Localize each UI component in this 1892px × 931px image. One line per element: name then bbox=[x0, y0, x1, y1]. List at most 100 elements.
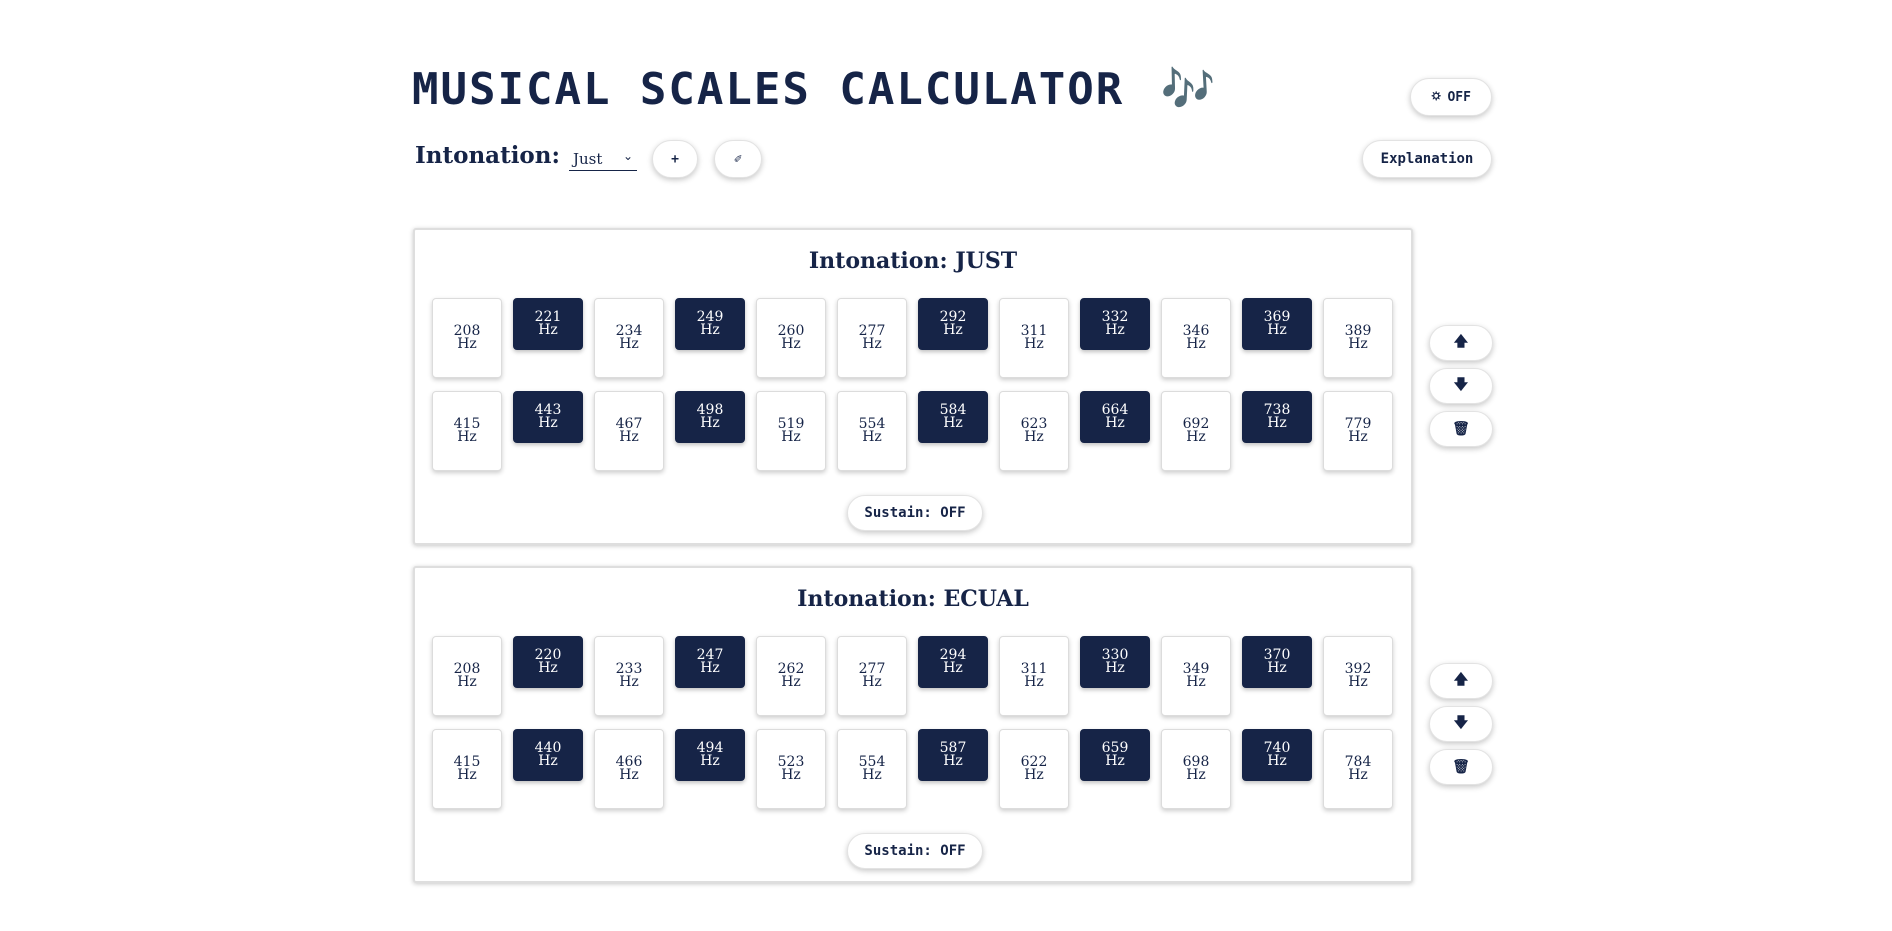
arrow-up-icon: 🡅 bbox=[1453, 672, 1469, 688]
key-black[interactable]: 330 Hz bbox=[1080, 636, 1150, 688]
key-white[interactable]: 523 Hz bbox=[756, 729, 826, 809]
key-white[interactable]: 208 Hz bbox=[432, 636, 502, 716]
key-unit: Hz bbox=[862, 429, 882, 445]
key-white[interactable]: 311 Hz bbox=[999, 636, 1069, 716]
key-white[interactable]: 234 Hz bbox=[594, 298, 664, 378]
key-white[interactable]: 346 Hz bbox=[1161, 298, 1231, 378]
key-unit: Hz bbox=[862, 674, 882, 690]
key-unit: Hz bbox=[862, 767, 882, 783]
broom-icon: ✐ bbox=[734, 151, 742, 167]
key-unit: Hz bbox=[781, 336, 801, 352]
key-black[interactable]: 294 Hz bbox=[918, 636, 988, 688]
key-white[interactable]: 349 Hz bbox=[1161, 636, 1231, 716]
sustain-toggle-button[interactable]: Sustain: OFF bbox=[847, 833, 983, 869]
key-white[interactable]: 623 Hz bbox=[999, 391, 1069, 471]
key-white[interactable]: 392 Hz bbox=[1323, 636, 1393, 716]
delete-button[interactable]: 🗑 bbox=[1429, 411, 1493, 447]
key-white[interactable]: 233 Hz bbox=[594, 636, 664, 716]
add-scale-button[interactable]: + bbox=[652, 140, 698, 178]
key-black[interactable]: 664 Hz bbox=[1080, 391, 1150, 443]
explanation-button[interactable]: Explanation bbox=[1362, 140, 1492, 178]
key-white[interactable]: 389 Hz bbox=[1323, 298, 1393, 378]
key-white[interactable]: 415 Hz bbox=[432, 729, 502, 809]
clear-button[interactable]: ✐ bbox=[714, 140, 762, 178]
key-black[interactable]: 247 Hz bbox=[675, 636, 745, 688]
key-white[interactable]: 622 Hz bbox=[999, 729, 1069, 809]
key-unit: Hz bbox=[700, 753, 720, 769]
key-unit: Hz bbox=[1267, 660, 1287, 676]
move-down-button[interactable]: 🡇 bbox=[1429, 706, 1493, 742]
key-white[interactable]: 466 Hz bbox=[594, 729, 664, 809]
key-white[interactable]: 519 Hz bbox=[756, 391, 826, 471]
key-white[interactable]: 262 Hz bbox=[756, 636, 826, 716]
key-unit: Hz bbox=[781, 429, 801, 445]
move-up-button[interactable]: 🡅 bbox=[1429, 663, 1493, 699]
key-unit: Hz bbox=[538, 322, 558, 338]
move-down-button[interactable]: 🡇 bbox=[1429, 368, 1493, 404]
intonation-label: Intonation: bbox=[415, 142, 560, 169]
key-unit: Hz bbox=[538, 753, 558, 769]
key-black[interactable]: 659 Hz bbox=[1080, 729, 1150, 781]
key-white[interactable]: 277 Hz bbox=[837, 636, 907, 716]
key-black[interactable]: 584 Hz bbox=[918, 391, 988, 443]
key-unit: Hz bbox=[538, 415, 558, 431]
key-unit: Hz bbox=[457, 336, 477, 352]
key-white[interactable]: 698 Hz bbox=[1161, 729, 1231, 809]
key-unit: Hz bbox=[700, 415, 720, 431]
key-unit: Hz bbox=[1105, 415, 1125, 431]
sustain-toggle-button[interactable]: Sustain: OFF bbox=[847, 495, 983, 531]
arrow-down-icon: 🡇 bbox=[1453, 715, 1469, 731]
key-unit: Hz bbox=[781, 767, 801, 783]
key-black[interactable]: 440 Hz bbox=[513, 729, 583, 781]
dark-mode-toggle-button[interactable]: 🌣 OFF bbox=[1410, 78, 1492, 116]
key-unit: Hz bbox=[862, 336, 882, 352]
key-black[interactable]: 494 Hz bbox=[675, 729, 745, 781]
key-unit: Hz bbox=[1267, 415, 1287, 431]
key-black[interactable]: 292 Hz bbox=[918, 298, 988, 350]
key-black[interactable]: 370 Hz bbox=[1242, 636, 1312, 688]
page-title-text: MUSICAL SCALES CALCULATOR bbox=[412, 64, 1125, 115]
chevron-down-icon: ⌄ bbox=[622, 149, 633, 163]
key-unit: Hz bbox=[1186, 674, 1206, 690]
key-black[interactable]: 738 Hz bbox=[1242, 391, 1312, 443]
key-white[interactable]: 277 Hz bbox=[837, 298, 907, 378]
key-white[interactable]: 779 Hz bbox=[1323, 391, 1393, 471]
key-unit: Hz bbox=[1024, 674, 1044, 690]
key-black[interactable]: 498 Hz bbox=[675, 391, 745, 443]
key-white[interactable]: 415 Hz bbox=[432, 391, 502, 471]
move-up-button[interactable]: 🡅 bbox=[1429, 325, 1493, 361]
key-unit: Hz bbox=[700, 322, 720, 338]
music-notes-icon: 🎶 bbox=[1160, 64, 1218, 115]
key-black[interactable]: 221 Hz bbox=[513, 298, 583, 350]
key-unit: Hz bbox=[457, 429, 477, 445]
key-black[interactable]: 369 Hz bbox=[1242, 298, 1312, 350]
key-white[interactable]: 784 Hz bbox=[1323, 729, 1393, 809]
key-unit: Hz bbox=[1186, 767, 1206, 783]
explanation-label: Explanation bbox=[1380, 151, 1474, 167]
key-white[interactable]: 467 Hz bbox=[594, 391, 664, 471]
key-unit: Hz bbox=[1105, 660, 1125, 676]
key-unit: Hz bbox=[538, 660, 558, 676]
key-unit: Hz bbox=[1267, 322, 1287, 338]
key-black[interactable]: 249 Hz bbox=[675, 298, 745, 350]
scale-panel-equal: Intonation: ECUAL 208 Hz 220 Hz 233 Hz 247 H… bbox=[413, 566, 1413, 883]
trash-icon: 🗑 bbox=[1452, 421, 1470, 437]
sustain-label: Sustain: OFF bbox=[864, 843, 966, 859]
key-white[interactable]: 260 Hz bbox=[756, 298, 826, 378]
intonation-select[interactable]: Just ⌄ bbox=[569, 147, 637, 171]
app-container: MUSICAL SCALES CALCULATOR 🎶 🌣 OFF Intona… bbox=[412, 0, 1493, 931]
key-black[interactable]: 587 Hz bbox=[918, 729, 988, 781]
dark-mode-label: OFF bbox=[1447, 89, 1471, 105]
key-black[interactable]: 220 Hz bbox=[513, 636, 583, 688]
delete-button[interactable]: 🗑 bbox=[1429, 749, 1493, 785]
key-white[interactable]: 554 Hz bbox=[837, 729, 907, 809]
key-white[interactable]: 311 Hz bbox=[999, 298, 1069, 378]
key-unit: Hz bbox=[1348, 767, 1368, 783]
key-white[interactable]: 692 Hz bbox=[1161, 391, 1231, 471]
key-white[interactable]: 208 Hz bbox=[432, 298, 502, 378]
key-black[interactable]: 332 Hz bbox=[1080, 298, 1150, 350]
key-black[interactable]: 443 Hz bbox=[513, 391, 583, 443]
key-black[interactable]: 740 Hz bbox=[1242, 729, 1312, 781]
key-white[interactable]: 554 Hz bbox=[837, 391, 907, 471]
controls-bar: Intonation: Just ⌄ + ✐ Explanation bbox=[412, 140, 1492, 180]
